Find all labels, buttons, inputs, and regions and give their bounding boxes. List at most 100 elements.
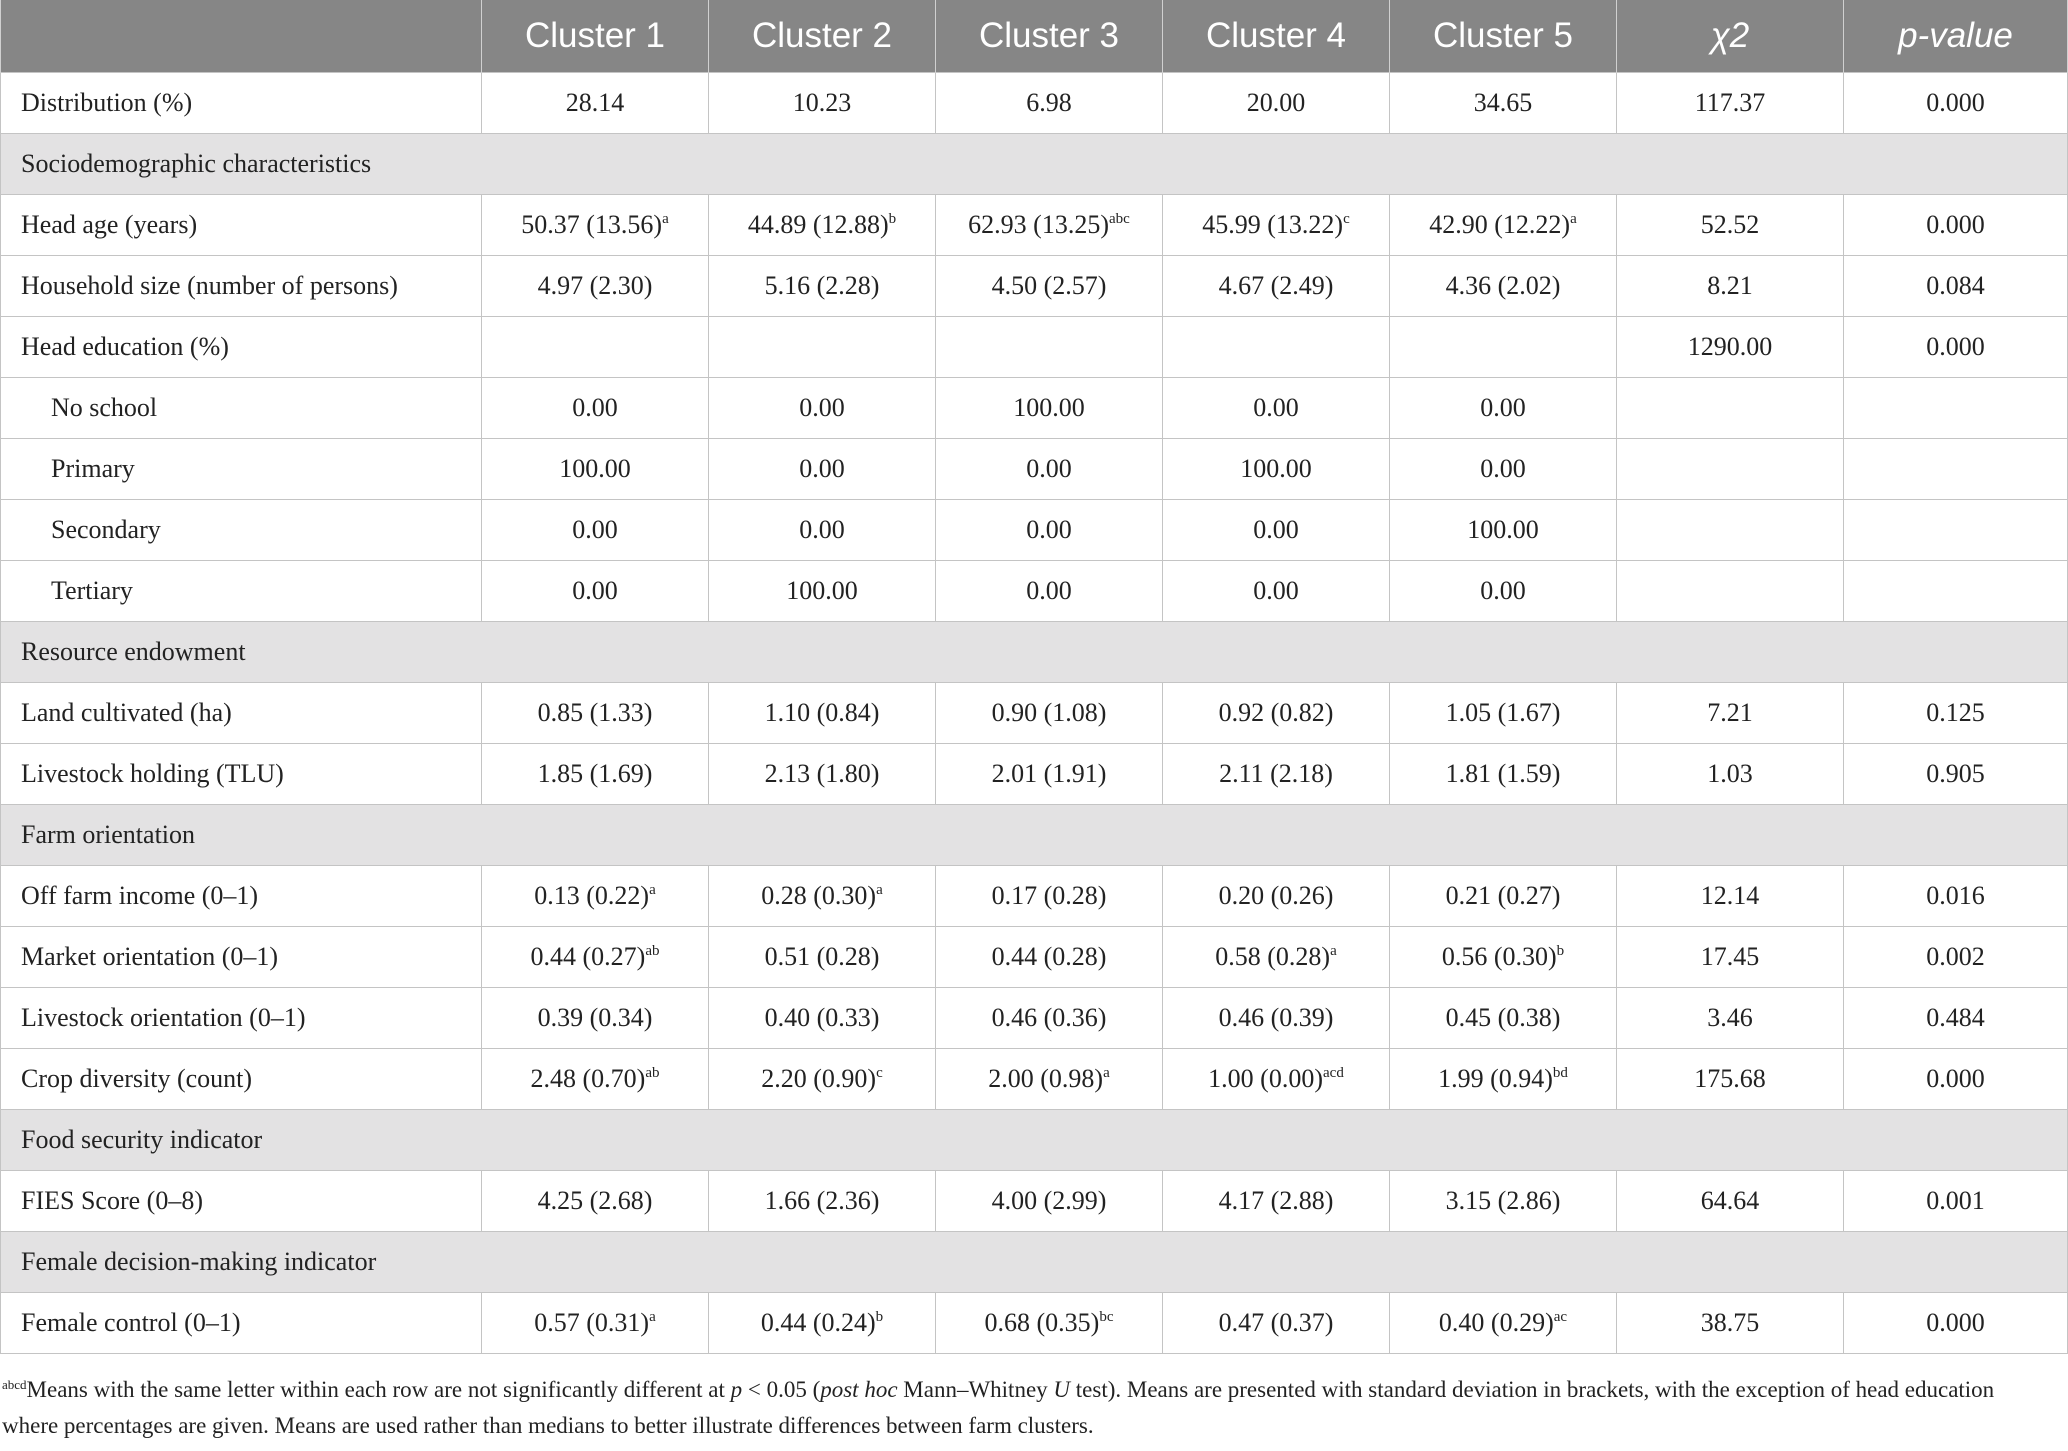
significance-superscript: ac — [1553, 1309, 1568, 1325]
table-cell: 0.46 (0.39) — [1162, 987, 1390, 1049]
row-label: Secondary — [0, 499, 482, 561]
cell-value: 44.89 (12.88) — [747, 210, 889, 239]
section-label: Resource endowment — [0, 621, 2068, 683]
table-row: Distribution (%) 28.14 10.23 6.98 20.00 34.65… — [0, 72, 2068, 134]
table-cell: 0.17 (0.28) — [935, 865, 1163, 927]
cell-value: 0.85 (1.33) — [537, 698, 653, 727]
table-cell — [1389, 316, 1617, 378]
cell-value: 0.46 (0.39) — [1218, 1003, 1334, 1032]
cell-value: 0.68 (0.35) — [984, 1308, 1100, 1337]
table-cell: 4.97 (2.30) — [481, 255, 709, 317]
row-label: Land cultivated (ha) — [0, 682, 482, 744]
significance-superscript: a — [649, 882, 656, 898]
data-table: Cluster 1 Cluster 2 Cluster 3 Cluster 4 … — [0, 0, 2068, 1354]
table-cell — [1616, 499, 1844, 561]
row-label: Market orientation (0–1) — [0, 926, 482, 988]
table-cell: 0.51 (0.28) — [708, 926, 936, 988]
table-cell: 17.45 — [1616, 926, 1844, 988]
cell-value: 0.016 — [1926, 881, 1985, 910]
cell-value: 0.20 (0.26) — [1218, 881, 1334, 910]
table-cell: 0.00 — [481, 560, 709, 622]
table-cell: 100.00 — [935, 377, 1163, 439]
table-cell — [1843, 438, 2068, 500]
table-row: Household size (number of persons) 4.97 (… — [0, 255, 2068, 317]
table-cell: 0.016 — [1843, 865, 2068, 927]
cell-value: 1.00 (0.00) — [1208, 1064, 1323, 1093]
cell-value: 0.905 — [1926, 759, 1985, 788]
table-cell: 0.00 — [481, 499, 709, 561]
table-cell: 0.000 — [1843, 316, 2068, 378]
table-cell: 0.44 (0.24)b — [708, 1292, 936, 1354]
table-cell: 0.484 — [1843, 987, 2068, 1049]
footnote-p: p — [730, 1377, 743, 1402]
cell-value: 0.00 — [572, 515, 618, 544]
table-cell: 0.47 (0.37) — [1162, 1292, 1390, 1354]
cell-value: 3.46 — [1707, 1003, 1753, 1032]
cell-value: 0.46 (0.36) — [991, 1003, 1107, 1032]
table-cell: 8.21 — [1616, 255, 1844, 317]
cell-value: 0.44 (0.27) — [530, 942, 646, 971]
row-label: Head age (years) — [0, 194, 482, 256]
row-label: FIES Score (0–8) — [0, 1170, 482, 1232]
table-cell: 0.85 (1.33) — [481, 682, 709, 744]
table-cell: 0.00 — [1162, 377, 1390, 439]
significance-superscript: a — [1570, 211, 1577, 227]
table-cell: 0.58 (0.28)a — [1162, 926, 1390, 988]
table-cell: 20.00 — [1162, 72, 1390, 134]
table-cell: 2.11 (2.18) — [1162, 743, 1390, 805]
row-label: Distribution (%) — [0, 72, 482, 134]
table-cell: 0.40 (0.29)ac — [1389, 1292, 1617, 1354]
table-cell: 4.36 (2.02) — [1389, 255, 1617, 317]
cell-value: 0.21 (0.27) — [1445, 881, 1561, 910]
table-cell: 38.75 — [1616, 1292, 1844, 1354]
table-cell: 100.00 — [1389, 499, 1617, 561]
cell-value: 0.45 (0.38) — [1445, 1003, 1561, 1032]
header-cluster-2: Cluster 2 — [708, 0, 936, 73]
row-label: Off farm income (0–1) — [0, 865, 482, 927]
header-stub — [0, 0, 482, 73]
table-cell: 28.14 — [481, 72, 709, 134]
table-cell: 12.14 — [1616, 865, 1844, 927]
cell-value: 175.68 — [1694, 1064, 1766, 1093]
cell-value: 1.99 (0.94) — [1438, 1064, 1553, 1093]
table-cell: 4.00 (2.99) — [935, 1170, 1163, 1232]
table-cell: 0.57 (0.31)a — [481, 1292, 709, 1354]
cell-value: 0.51 (0.28) — [764, 942, 880, 971]
cell-value: 0.39 (0.34) — [537, 1003, 653, 1032]
table-cell: 0.92 (0.82) — [1162, 682, 1390, 744]
cell-value: 0.17 (0.28) — [991, 881, 1107, 910]
cell-value: 1.05 (1.67) — [1445, 698, 1561, 727]
cell-value: 34.65 — [1473, 88, 1533, 117]
table-cell: 0.00 — [708, 377, 936, 439]
cell-value: 45.99 (13.22) — [1202, 210, 1344, 239]
table-cell: 175.68 — [1616, 1048, 1844, 1110]
cell-value: 0.000 — [1926, 332, 1985, 361]
cell-value: 0.000 — [1926, 1064, 1985, 1093]
cell-value: 2.48 (0.70) — [530, 1064, 646, 1093]
table-cell: 0.905 — [1843, 743, 2068, 805]
table-cell: 1.85 (1.69) — [481, 743, 709, 805]
cell-value: 0.00 — [1026, 515, 1072, 544]
cell-value: 0.00 — [1253, 576, 1299, 605]
footnote-u: U — [1053, 1377, 1071, 1402]
table-cell: 4.17 (2.88) — [1162, 1170, 1390, 1232]
significance-superscript: ab — [645, 943, 660, 959]
cell-value: 1.10 (0.84) — [764, 698, 880, 727]
cell-value: 12.14 — [1700, 881, 1760, 910]
significance-superscript: b — [1556, 943, 1565, 959]
table-cell: 2.20 (0.90)c — [708, 1048, 936, 1110]
table-cell: 0.46 (0.36) — [935, 987, 1163, 1049]
significance-superscript: c — [1343, 211, 1350, 227]
table-cell: 42.90 (12.22)a — [1389, 194, 1617, 256]
header-cluster-3: Cluster 3 — [935, 0, 1163, 73]
footnote-text-2: < 0.05 ( — [742, 1377, 821, 1402]
table-cell — [1843, 560, 2068, 622]
table-cell: 6.98 — [935, 72, 1163, 134]
cell-value: 0.000 — [1926, 1308, 1985, 1337]
table-cell: 0.00 — [1389, 377, 1617, 439]
table-cell — [935, 316, 1163, 378]
header-cluster-1: Cluster 1 — [481, 0, 709, 73]
row-label: Female control (0–1) — [0, 1292, 482, 1354]
footnote-superscript: abcd — [2, 1377, 27, 1392]
section-label: Female decision-making indicator — [0, 1231, 2068, 1293]
